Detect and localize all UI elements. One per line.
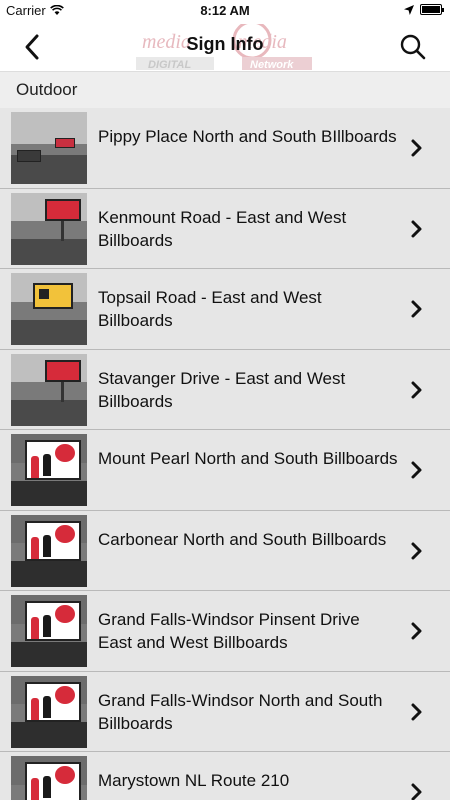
search-icon[interactable] (398, 32, 428, 62)
list-item[interactable]: Grand Falls-Windsor North and South Bill… (0, 671, 450, 752)
list-item[interactable]: Kenmount Road - East and West Billboards (0, 188, 450, 269)
navigation-bar: media media DIGITAL Network Sign Info (0, 22, 450, 72)
list-item[interactable]: Topsail Road - East and West Billboards (0, 269, 450, 350)
billboard-thumbnail (11, 675, 87, 748)
list-item[interactable]: Mount Pearl North and South Billboards (0, 430, 450, 511)
chevron-right-icon (411, 220, 422, 237)
list-item-label: Marystown NL Route 210 (98, 771, 290, 790)
billboard-thumbnail (11, 434, 87, 506)
billboard-thumbnail (11, 514, 87, 587)
billboard-thumbnail (11, 353, 87, 426)
list-item-label: Topsail Road - East and West Billboards (98, 288, 322, 330)
svg-text:Network: Network (250, 59, 294, 71)
chevron-right-icon (411, 139, 422, 157)
sign-list: Pippy Place North and South BIllboards Ke… (0, 108, 450, 800)
list-item-label: Grand Falls-Windsor North and South Bill… (98, 690, 383, 733)
chevron-right-icon (411, 622, 422, 640)
chevron-right-icon (411, 381, 422, 398)
billboard-thumbnail (11, 595, 87, 667)
status-time: 8:12 AM (200, 3, 250, 18)
status-right (404, 4, 444, 15)
back-chevron-icon[interactable] (18, 32, 48, 62)
list-item-label: Pippy Place North and South BIllboards (98, 127, 397, 146)
chevron-right-icon (411, 783, 422, 800)
list-item-label: Grand Falls-Windsor Pinsent Drive East a… (98, 610, 360, 652)
list-item[interactable]: Marystown NL Route 210 (0, 752, 450, 800)
status-bar: Carrier 8:12 AM (0, 0, 450, 22)
list-item[interactable]: Stavanger Drive - East and West Billboar… (0, 349, 450, 430)
billboard-thumbnail (11, 192, 87, 265)
chevron-right-icon (411, 461, 422, 479)
list-item-label: Stavanger Drive - East and West Billboar… (98, 368, 346, 411)
svg-text:DIGITAL: DIGITAL (148, 59, 191, 71)
section-header-outdoor: Outdoor (0, 72, 450, 108)
billboard-thumbnail (11, 112, 87, 184)
list-item[interactable]: Carbonear North and South Billboards (0, 510, 450, 591)
chevron-right-icon (411, 300, 422, 318)
billboard-thumbnail (11, 273, 87, 345)
chevron-right-icon (411, 542, 422, 559)
chevron-right-icon (411, 703, 422, 720)
list-item-label: Carbonear North and South Billboards (98, 529, 387, 549)
battery-icon (420, 4, 444, 15)
billboard-thumbnail (11, 756, 87, 800)
list-item[interactable]: Grand Falls-Windsor Pinsent Drive East a… (0, 591, 450, 672)
list-item[interactable]: Pippy Place North and South BIllboards (0, 108, 450, 189)
section-title: Outdoor (16, 80, 78, 99)
location-arrow-icon (404, 4, 414, 15)
page-title: Sign Info (186, 34, 264, 54)
list-item-label: Kenmount Road - East and West Billboards (98, 207, 347, 250)
list-item-label: Mount Pearl North and South Billboards (98, 449, 398, 468)
